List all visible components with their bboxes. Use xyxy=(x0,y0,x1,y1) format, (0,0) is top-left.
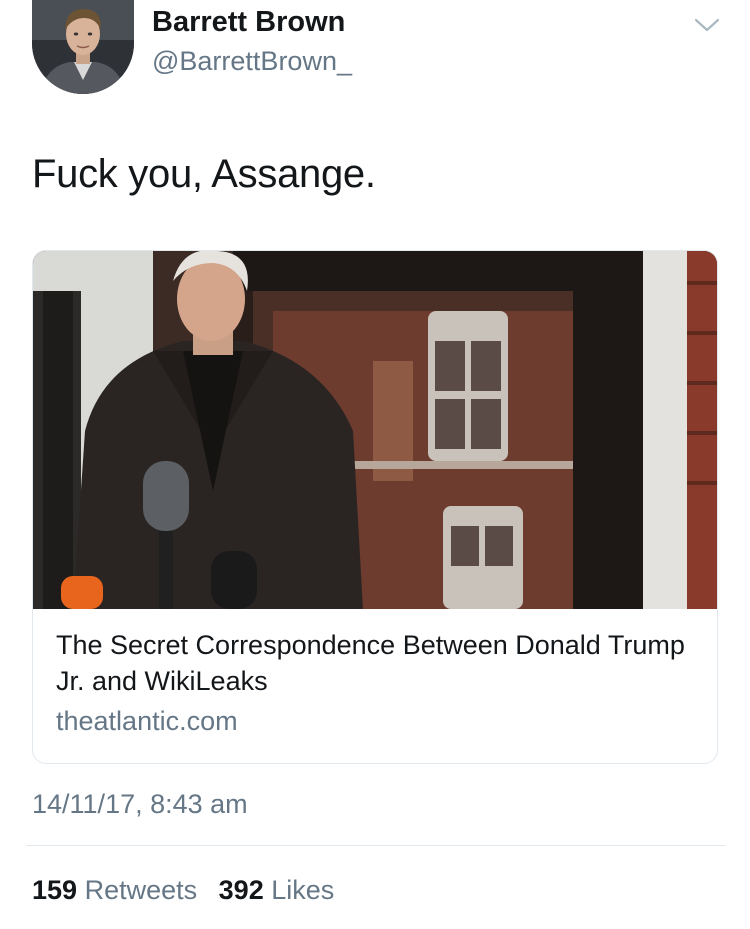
likes-label: Likes xyxy=(271,875,335,905)
tweet-timestamp[interactable]: 14/11/17, 8:43 am xyxy=(32,789,248,820)
card-title[interactable]: The Secret Correspondence Between Donald… xyxy=(56,627,696,699)
card-image xyxy=(33,251,717,609)
link-card[interactable]: The Secret Correspondence Between Donald… xyxy=(32,250,718,764)
retweets-count: 159 xyxy=(32,875,78,905)
retweets-label: Retweets xyxy=(84,875,198,905)
chevron-down-icon[interactable] xyxy=(693,14,721,36)
divider xyxy=(26,845,725,846)
author-handle[interactable]: @BarrettBrown_ xyxy=(152,46,352,77)
avatar[interactable] xyxy=(32,0,134,94)
likes-stat[interactable]: 392 Likes xyxy=(219,875,335,906)
likes-count: 392 xyxy=(218,875,264,905)
author-display-name[interactable]: Barrett Brown xyxy=(152,6,345,39)
tweet-stats: 159 Retweets 392 Likes xyxy=(32,875,348,906)
retweets-stat[interactable]: 159 Retweets xyxy=(32,875,197,906)
tweet-text: Fuck you, Assange. xyxy=(32,152,376,196)
card-domain: theatlantic.com xyxy=(56,706,238,736)
